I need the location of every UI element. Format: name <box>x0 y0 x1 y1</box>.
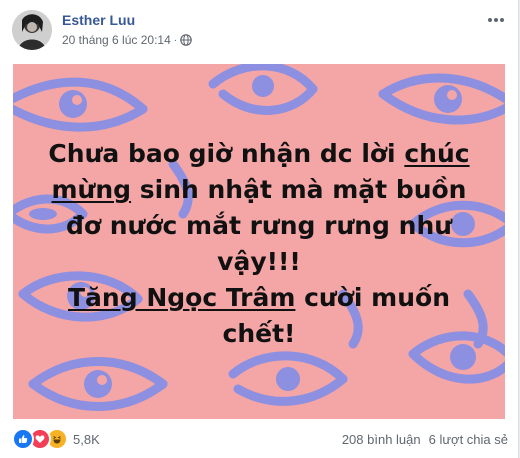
underlined-word: chúc <box>404 139 470 168</box>
reactions-summary[interactable]: 5,8K <box>12 428 100 450</box>
post-header: Esther Luu 20 tháng 6 lúc 20:14 · <box>12 10 508 54</box>
share-count-link[interactable]: 6 lượt chia sẻ <box>429 432 508 447</box>
post-timestamp[interactable]: 20 tháng 6 lúc 20:14 <box>62 33 171 47</box>
post-meta: 20 tháng 6 lúc 20:14 · <box>62 33 192 47</box>
post-footer: 5,8K 208 bình luận 6 lượt chia sẻ <box>12 428 508 452</box>
text-line-6: chết! <box>222 319 296 348</box>
more-options-icon[interactable] <box>484 12 508 28</box>
underlined-word: mừng <box>51 175 132 204</box>
avatar[interactable] <box>12 10 52 50</box>
text-line-3: đơ nước mắt rưng rưng như <box>65 211 453 240</box>
reaction-count: 5,8K <box>73 431 100 447</box>
text-line-2: mừng sinh nhật mà mặt buồn <box>51 175 467 204</box>
comment-count-link[interactable]: 208 bình luận <box>342 432 421 447</box>
post-image[interactable]: Chưa bao giờ nhận dc lời chúc mừng sinh … <box>13 64 505 419</box>
post-card: Esther Luu 20 tháng 6 lúc 20:14 · Chưa b… <box>0 0 519 458</box>
globe-icon[interactable] <box>180 34 192 46</box>
engagement-stats: 208 bình luận 6 lượt chia sẻ <box>342 432 508 447</box>
text-line-4: vậy!!! <box>217 247 301 276</box>
text-line-5: Tăng Ngọc Trâm cười muốn <box>68 283 450 312</box>
author-name[interactable]: Esther Luu <box>62 12 135 28</box>
post-image-text: Chưa bao giờ nhận dc lời chúc mừng sinh … <box>13 136 505 352</box>
like-icon <box>12 428 34 450</box>
text-line-1: Chưa bao giờ nhận dc lời chúc <box>48 139 470 168</box>
meta-separator: · <box>173 34 178 46</box>
tagged-name[interactable]: Tăng Ngọc Trâm <box>68 283 295 312</box>
